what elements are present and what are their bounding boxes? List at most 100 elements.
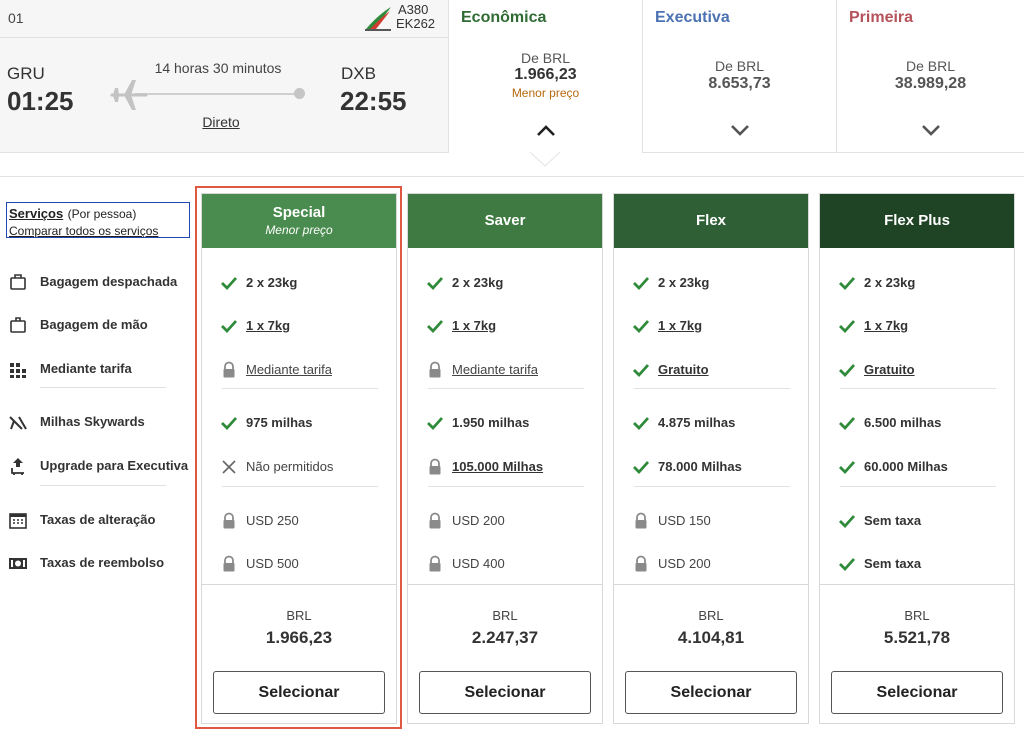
service-label: Taxas de reembolso [40, 555, 165, 570]
divider [840, 388, 996, 389]
fare-feature-text[interactable]: 1 x 7kg [452, 318, 496, 333]
select-fare-button[interactable]: Selecionar [625, 671, 797, 714]
divider [40, 485, 166, 486]
service-label: Milhas Skywards [40, 414, 145, 429]
fare-feature-text: USD 150 [658, 513, 711, 528]
card-footer-divider [202, 584, 396, 585]
lock-icon [223, 512, 235, 529]
service-label: Bagagem despachada [40, 274, 178, 289]
money-icon [9, 558, 27, 569]
divider [840, 486, 996, 487]
check-icon [839, 277, 856, 291]
fare-currency: BRL [492, 608, 518, 623]
check-icon [839, 364, 856, 378]
direct-flight-link[interactable]: Direto [178, 114, 264, 130]
service-label: Upgrade para Executiva [40, 458, 189, 473]
check-icon [839, 558, 856, 572]
divider [634, 486, 790, 487]
flight-summary: 01 A380 EK262 GRU 01:25 14 horas 30 minu… [0, 0, 449, 153]
fare-feature-text[interactable]: 1 x 7kg [246, 318, 290, 333]
airplane-icon [110, 80, 148, 110]
fare-card-saver: Saver 2 x 23kg 1 x 7kg Mediante tarifa 1.950… [407, 193, 603, 724]
calendar-icon [9, 513, 27, 529]
route-line [135, 93, 300, 95]
lock-icon [635, 555, 647, 572]
cabin-from-label: De BRL [714, 58, 765, 74]
cabin-price: 1.966,23 [514, 66, 577, 83]
fare-panel-top-edge [0, 152, 1024, 177]
divider [428, 486, 584, 487]
arrival-time: 22:55 [340, 86, 407, 116]
services-header: Serviços (Por pessoa) Comparar todos os … [6, 202, 190, 238]
fare-name: Flex Plus [884, 212, 950, 229]
lock-icon [429, 361, 441, 378]
fare-price: 4.104,81 [677, 628, 745, 647]
lock-icon [429, 555, 441, 572]
cabin-name: Executiva [655, 9, 730, 26]
card-footer-divider [408, 584, 602, 585]
check-icon [633, 461, 650, 475]
fare-card-flex: Flex 2 x 23kg 1 x 7kg Gratuito 4.875 milhas 7… [613, 193, 809, 724]
fare-feature-text[interactable]: 105.000 Milhas [452, 459, 543, 474]
divider [222, 388, 378, 389]
route-end-dot [294, 88, 305, 99]
fare-name: Saver [484, 212, 526, 229]
destination-airport: DXB [341, 64, 376, 83]
check-icon [221, 417, 238, 431]
divider [40, 387, 166, 388]
lock-icon [429, 512, 441, 529]
check-icon [221, 320, 238, 334]
check-icon [633, 277, 650, 291]
tab-executiva[interactable]: Executiva De BRL 8.653,73 [643, 0, 837, 153]
flight-code: EK262 [396, 16, 436, 31]
chevron-down-icon[interactable] [729, 122, 751, 138]
fare-price: 2.247,37 [471, 628, 539, 647]
service-label: Mediante tarifa [40, 361, 132, 376]
check-icon [221, 277, 238, 291]
fare-feature-text: USD 400 [452, 556, 505, 571]
fare-card-flex-plus: Flex Plus 2 x 23kg 1 x 7kg Gratuito 6.500 mi… [819, 193, 1015, 724]
check-icon [427, 320, 444, 334]
fare-name: Special [272, 204, 326, 221]
compare-services-link[interactable]: Comparar todos os serviços [9, 224, 187, 238]
divider [428, 388, 584, 389]
upgrade-seat-icon [11, 458, 24, 475]
chevron-up-icon[interactable] [535, 122, 557, 138]
card-footer-divider [614, 584, 808, 585]
fare-feature-text: Não permitidos [246, 459, 334, 474]
carry-on-icon [10, 317, 26, 333]
cabin-from-label: De BRL [520, 50, 571, 66]
fare-feature-text: USD 200 [658, 556, 711, 571]
fare-feature-text[interactable]: Gratuito [658, 362, 709, 377]
chevron-down-icon[interactable] [920, 122, 942, 138]
fare-feature-text[interactable]: Gratuito [864, 362, 915, 377]
flight-header: 01 A380 EK262 [0, 0, 448, 38]
fare-feature-text: 2 x 23kg [864, 275, 916, 290]
check-icon [839, 320, 856, 334]
select-fare-button[interactable]: Selecionar [213, 671, 385, 714]
fare-header: Saver [408, 194, 602, 248]
fare-feature-text[interactable]: 1 x 7kg [658, 318, 702, 333]
check-icon [839, 461, 856, 475]
origin-airport: GRU [7, 64, 45, 83]
fare-feature-text[interactable]: Mediante tarifa [452, 362, 538, 377]
fare-feature-text[interactable]: 1 x 7kg [864, 318, 908, 333]
cabin-name: Primeira [849, 9, 914, 26]
fare-feature-text: Sem taxa [864, 556, 922, 571]
fare-header: Special Menor preço [202, 194, 396, 248]
fare-feature-text: 60.000 Milhas [864, 459, 948, 474]
check-icon [839, 515, 856, 529]
airline-logo-icon [365, 7, 391, 31]
flight-duration: 14 horas 30 minutos [154, 60, 282, 76]
tab-economica[interactable]: Econômica De BRL 1.966,23 Menor preço [449, 0, 643, 153]
cross-icon [222, 460, 236, 474]
select-fare-button[interactable]: Selecionar [831, 671, 1003, 714]
fare-feature-text: 1.950 milhas [452, 415, 530, 430]
fare-feature-text: 78.000 Milhas [658, 459, 742, 474]
fare-feature-text: 6.500 milhas [864, 415, 942, 430]
cabin-price: 38.989,28 [894, 75, 967, 92]
tab-primeira[interactable]: Primeira De BRL 38.989,28 [837, 0, 1024, 153]
check-icon [427, 277, 444, 291]
fare-feature-text[interactable]: Mediante tarifa [246, 362, 332, 377]
select-fare-button[interactable]: Selecionar [419, 671, 591, 714]
